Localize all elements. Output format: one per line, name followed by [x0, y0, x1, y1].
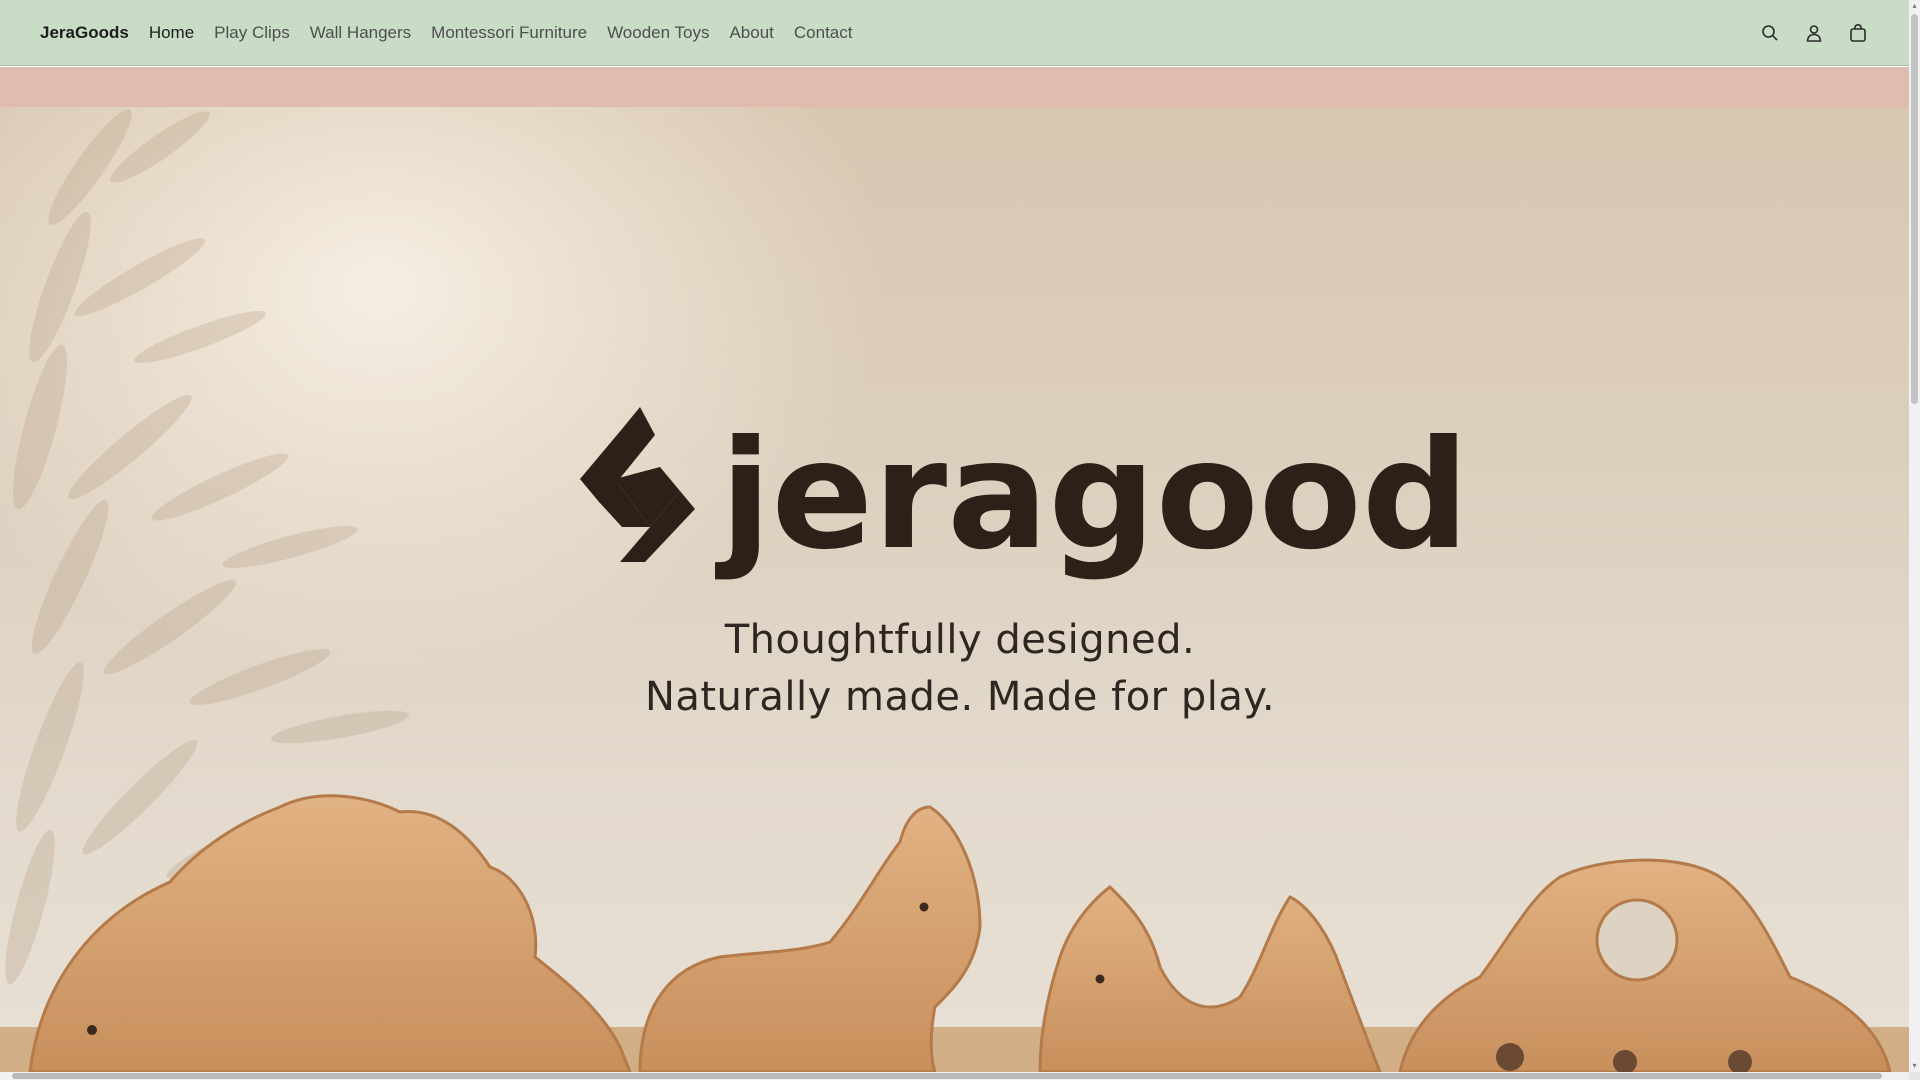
scroll-up-arrow-icon[interactable]: ▴ — [1911, 1, 1918, 11]
vertical-scrollbar[interactable]: ▴ ▾ — [1909, 0, 1920, 1072]
horizontal-scroll-thumb[interactable] — [12, 1073, 1882, 1079]
nav-item-play-clips[interactable]: Play Clips — [214, 23, 290, 43]
horizontal-scrollbar[interactable] — [0, 1072, 1909, 1080]
search-icon[interactable] — [1759, 22, 1781, 44]
bus-handle-hole — [1595, 898, 1679, 982]
horse-eye — [919, 902, 929, 912]
site-header: JeraGoods Home Play Clips Wall Hangers M… — [0, 0, 1909, 66]
nav-item-home[interactable]: Home — [149, 23, 194, 43]
vertical-scroll-thumb[interactable] — [1911, 14, 1918, 404]
nav-item-wall-hangers[interactable]: Wall Hangers — [310, 23, 411, 43]
horse-toy — [638, 805, 982, 1072]
nav-item-montessori-furniture[interactable]: Montessori Furniture — [431, 23, 587, 43]
cart-icon[interactable] — [1847, 22, 1869, 44]
camel-toy — [1038, 885, 1382, 1072]
hero-banner: jeragoods Thoughtfully designed. Natural… — [0, 107, 1909, 1072]
main-nav: Home Play Clips Wall Hangers Montessori … — [149, 23, 873, 43]
camel-eye — [1095, 974, 1105, 984]
wooden-toys-illustration — [0, 794, 1909, 1072]
scrollbar-corner — [1909, 1072, 1920, 1080]
header-icons — [1759, 22, 1869, 44]
hedgehog-eye — [87, 1025, 97, 1035]
hedgehog-toy — [28, 794, 632, 1072]
bus-wheel-hole — [1496, 1043, 1524, 1071]
scroll-down-arrow-icon[interactable]: ▾ — [1911, 1061, 1918, 1071]
nav-item-wooden-toys[interactable]: Wooden Toys — [607, 23, 709, 43]
nav-item-contact[interactable]: Contact — [794, 23, 853, 43]
announcement-bar — [0, 67, 1909, 107]
nav-item-about[interactable]: About — [729, 23, 773, 43]
account-icon[interactable] — [1803, 22, 1825, 44]
brand-logo-link[interactable]: JeraGoods — [40, 23, 129, 43]
